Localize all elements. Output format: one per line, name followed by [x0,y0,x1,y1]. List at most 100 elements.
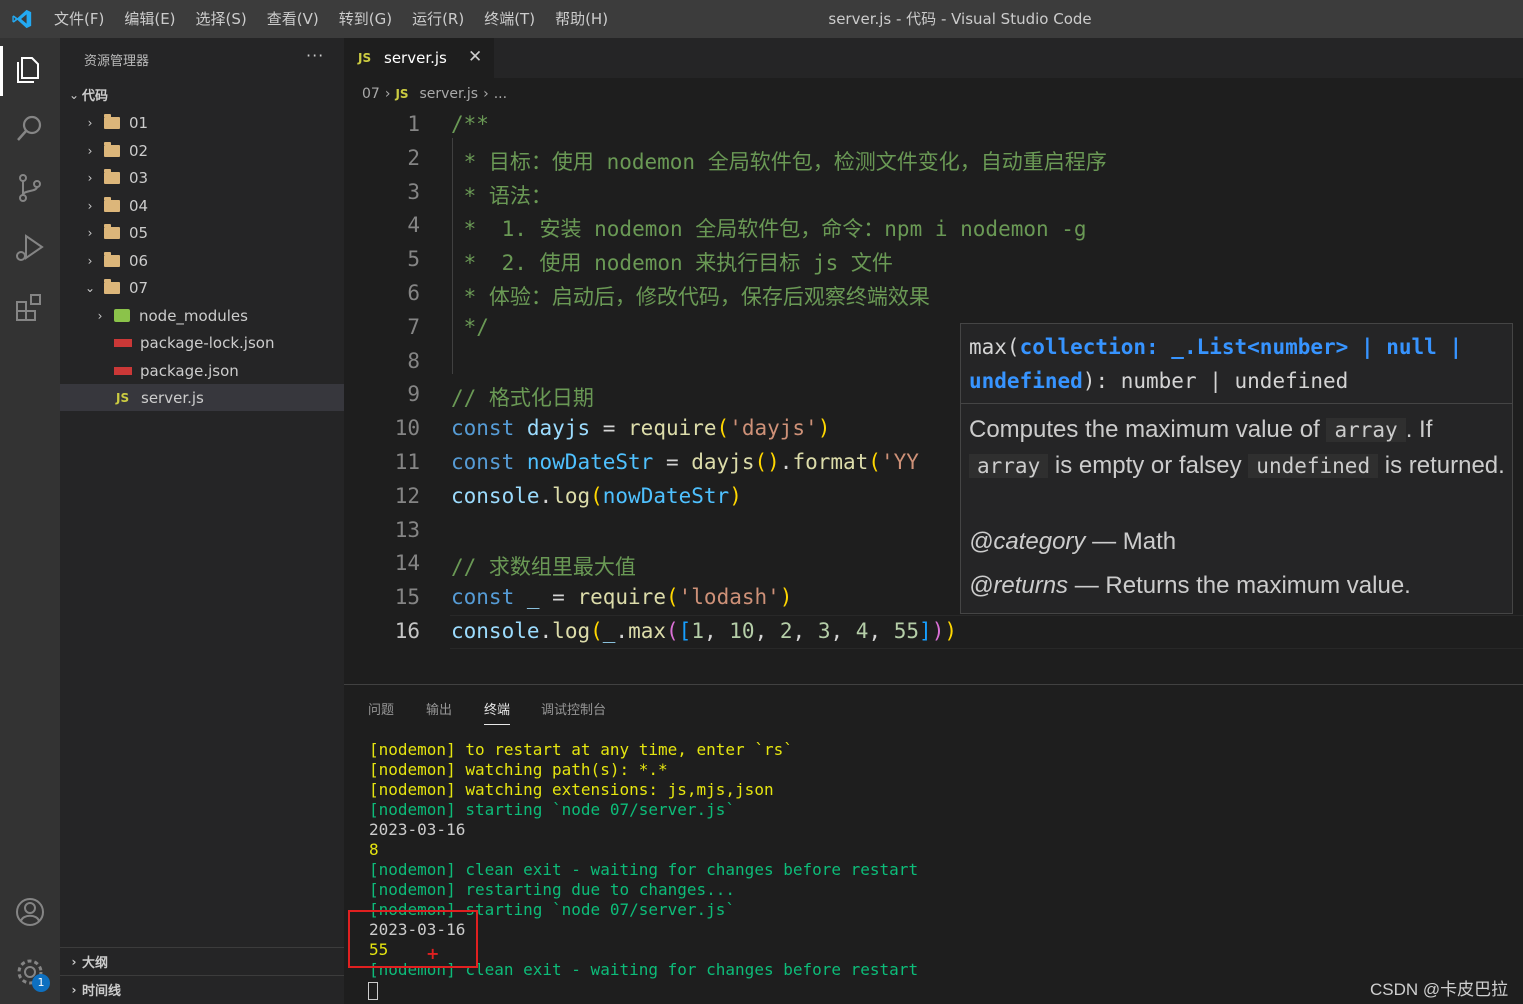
line-number: 7 [407,314,420,339]
root-folder-label: 代码 [82,89,109,104]
indent-guide [452,138,453,374]
folder-label: 07 [129,278,149,297]
explorer-sidebar: 资源管理器 ··· ⌄ 代码 › 01 › 02 › 03 › 04 › 05 … [60,38,344,1004]
explorer-title: 资源管理器 [84,54,150,69]
search-icon[interactable] [12,110,48,146]
code-line: * 语法： [451,183,552,208]
tab-output[interactable]: 输出 [426,699,452,718]
code-line: const nowDateStr = dayjs().format('YY [451,450,919,474]
returns-tag: @returns [969,572,1069,599]
terminal-line: [nodemon] watching path(s): *.* [369,760,668,779]
activity-bar: 1 [0,38,60,1004]
tab-terminal[interactable]: 终端 [484,699,511,725]
code-line: const _ = require('lodash') [451,585,793,610]
chevron-right-icon: › [71,954,77,969]
timeline-section[interactable]: › 时间线 [60,975,344,1003]
breadcrumb-file[interactable]: server.js [419,86,478,102]
line-number: 13 [394,517,420,542]
chevron-right-icon: › [71,982,77,997]
doc-text: . If [1405,416,1433,443]
category-text: — Math [1092,528,1177,555]
settings-update-badge: 1 [32,974,50,992]
folder-icon [104,168,120,184]
js-file-icon: JS [358,51,372,65]
category-tag: @category [969,528,1086,555]
chevron-right-icon: › [87,225,93,240]
file-label: package-lock.json [140,333,275,352]
doc-code: array [969,454,1049,478]
hover-description: Computes the maximum value of array. If … [969,412,1509,484]
terminal-line: 2023-03-16 [369,820,466,839]
tree-root-folder[interactable]: ⌄ 代码 [60,81,344,108]
breadcrumb-symbols[interactable]: ... [494,86,507,102]
tree-file-package[interactable]: package.json [60,357,344,384]
code-line: * 目标：使用 nodemon 全局软件包，检测文件变化，自动重启程序 [451,149,1107,174]
line-number: 2 [407,145,420,170]
code-line: // 格式化日期 [451,386,594,411]
folder-label: 04 [129,196,149,215]
terminal-line: [nodemon] to restart at any time, enter … [369,740,793,759]
tab-problems[interactable]: 问题 [368,699,394,718]
close-icon[interactable]: ✕ [468,47,482,67]
chevron-right-icon: › [87,170,93,185]
chevron-down-icon: ⌄ [84,280,96,295]
npm-icon [114,366,132,375]
line-number: 12 [394,483,420,508]
tab-server-js[interactable]: JS server.js ✕ [344,38,494,78]
code-line: const dayjs = require('dayjs') [451,416,831,441]
outline-section[interactable]: › 大纲 [60,947,344,975]
folder-label: node_modules [139,306,248,325]
line-number: 4 [407,213,420,238]
window-title: server.js - 代码 - Visual Studio Code [828,10,1092,28]
folder-label: 01 [129,113,149,132]
outline-label: 大纲 [82,956,109,971]
code-line: * 2. 使用 nodemon 来执行目标 js 文件 [451,251,893,276]
explorer-icon[interactable] [12,50,48,86]
sig-return: ): number | undefined [1082,369,1349,393]
tree-folder-01[interactable]: › 01 [60,109,344,136]
extensions-icon[interactable] [12,290,48,326]
watermark: CSDN @卡皮巴拉 [1370,980,1509,999]
terminal-line: [nodemon] watching extensions: js,mjs,js… [369,780,774,799]
code-line: // 求数组里最大值 [451,555,636,580]
chevron-right-icon: › [87,198,93,213]
tab-debug-console[interactable]: 调试控制台 [541,699,606,718]
hover-tooltip: max(collection: _.List<number> | null | … [960,323,1513,614]
chevron-right-icon: › [87,253,93,268]
tree-folder-06[interactable]: › 06 [60,247,344,274]
tree-folder-07[interactable]: ⌄ 07 [60,274,344,301]
breadcrumb-folder[interactable]: 07 [362,86,380,102]
file-label: package.json [140,361,239,380]
source-control-icon[interactable] [12,170,48,206]
tree-folder-03[interactable]: › 03 [60,164,344,191]
tree-folder-04[interactable]: › 04 [60,192,344,219]
hover-signature: max(collection: _.List<number> | null | … [969,330,1509,398]
breadcrumb: 07 › JS server.js › ... [362,86,507,102]
cursor-plus-icon: + [426,944,440,963]
tree-file-server-js[interactable]: JS server.js [60,384,344,411]
folder-label: 05 [129,223,149,242]
line-number: 5 [407,247,420,272]
code-line: * 1. 安装 nodemon 全局软件包，命令：npm i nodemon -… [451,217,1087,242]
bottom-panel: 问题 输出 终端 调试控制台 [nodemon] to restart at a… [344,684,1523,1004]
code-line: * 体验：启动后，修改代码，保存后观察终端效果 [451,285,930,309]
js-file-icon: JS [116,390,130,405]
active-view-marker [0,46,3,96]
tree-file-package-lock[interactable]: package-lock.json [60,329,344,356]
folder-icon [104,196,120,212]
account-icon[interactable] [12,894,48,930]
more-actions-icon[interactable]: ··· [306,46,324,65]
line-number: 6 [407,281,420,305]
terminal-line: [nodemon] starting `node 07/server.js` [369,800,736,819]
line-number: 9 [407,382,420,407]
tree-folder-node-modules[interactable]: › node_modules [60,302,344,329]
tree-folder-05[interactable]: › 05 [60,219,344,246]
hover-category: @category — Math [969,528,1176,556]
doc-code: undefined [1248,454,1379,478]
sig-function: max( [969,335,1020,359]
doc-text: is returned. [1384,452,1505,479]
terminal-cursor [368,982,378,1000]
tree-folder-02[interactable]: › 02 [60,137,344,164]
run-debug-icon[interactable] [12,230,48,266]
folder-open-icon [104,278,120,294]
